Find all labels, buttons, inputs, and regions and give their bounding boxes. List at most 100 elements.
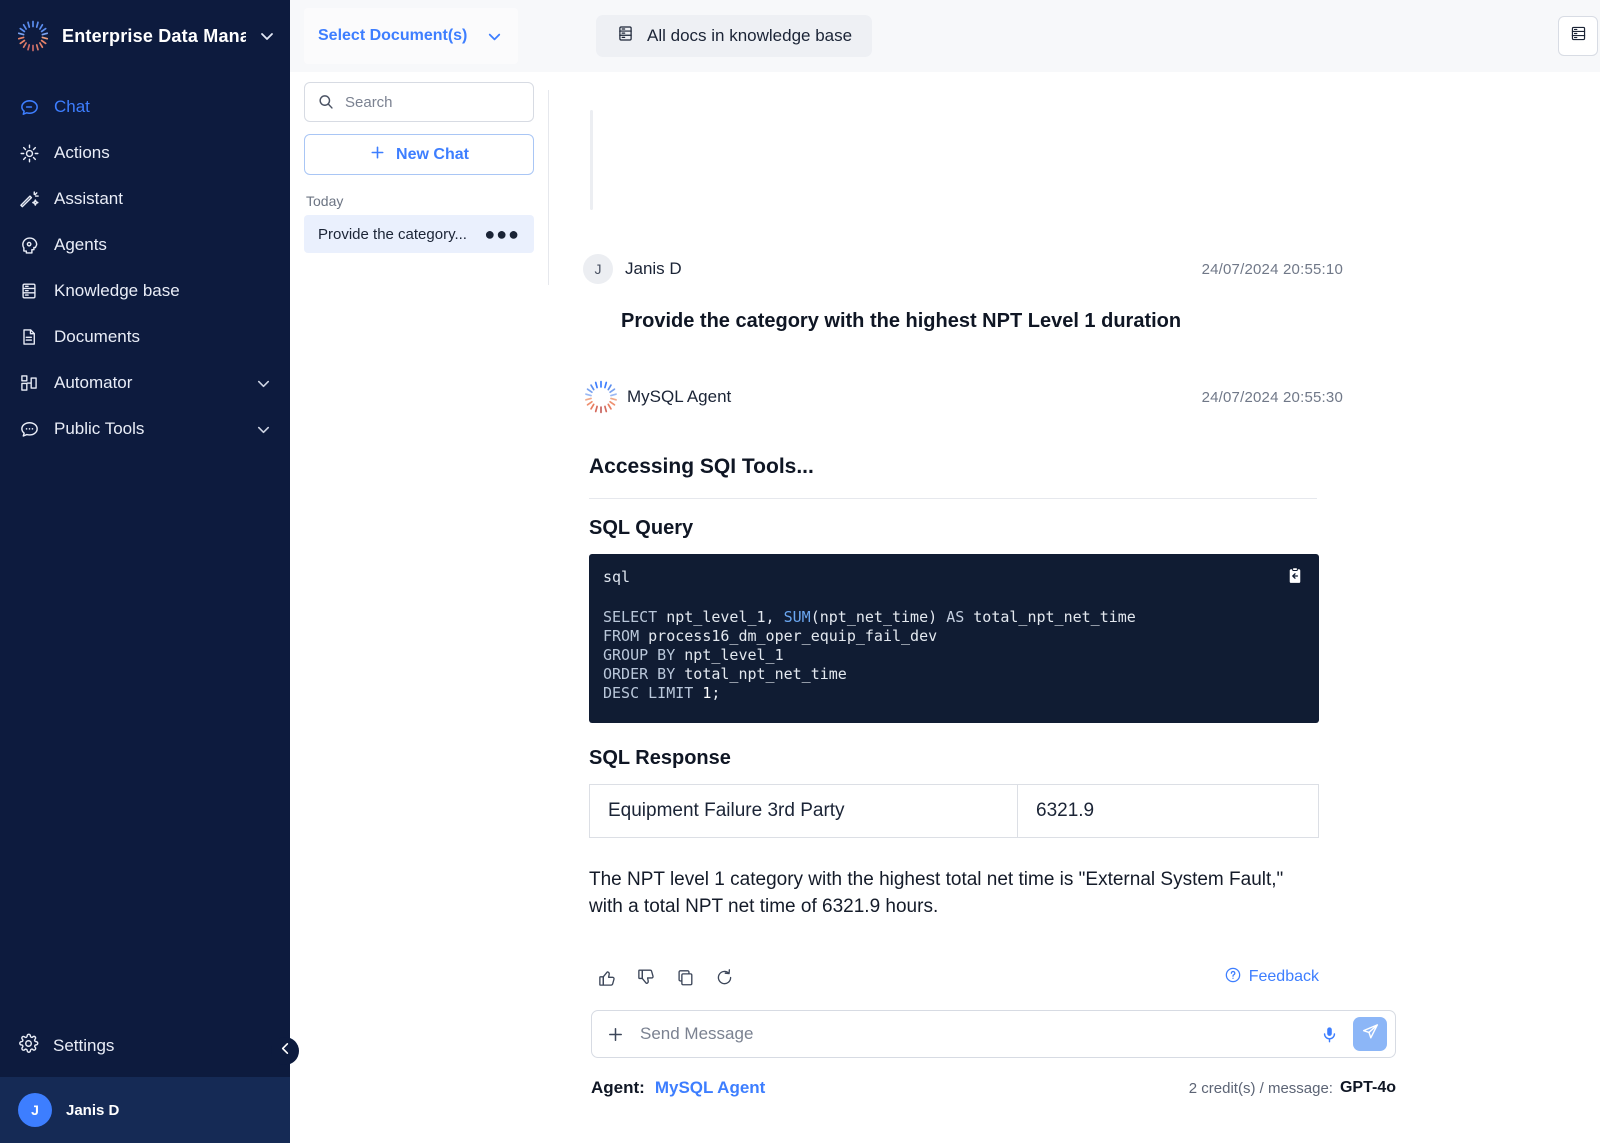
chevron-down-icon[interactable] bbox=[255, 375, 272, 392]
body-area: New Chat Today Provide the category... ●… bbox=[290, 72, 1600, 1143]
side-panel-icon bbox=[1569, 24, 1588, 48]
model-name: GPT-4o bbox=[1339, 1079, 1396, 1096]
brand-name: Enterprise Data Mana.. bbox=[62, 25, 246, 46]
database-icon bbox=[616, 24, 635, 48]
section-divider bbox=[589, 498, 1317, 499]
thumbs-down-icon[interactable] bbox=[628, 962, 664, 992]
composer-area: Agent: MySQL Agent 2 credit(s) / message… bbox=[583, 1010, 1396, 1098]
message-column: J Janis D 24/07/2024 20:55:10 Provide th… bbox=[583, 72, 1396, 1098]
chevron-down-icon bbox=[485, 27, 504, 46]
message-actions-row: Feedback bbox=[589, 962, 1319, 992]
table-row: Equipment Failure 3rd Party 6321.9 bbox=[589, 784, 1319, 838]
chat-list-section-label: Today bbox=[306, 193, 344, 209]
avatar: J bbox=[18, 1093, 52, 1127]
agent-message-timestamp: 24/07/2024 20:55:30 bbox=[1201, 388, 1343, 406]
sidebar-user-name: Janis D bbox=[66, 1101, 120, 1119]
sidebar-item-label: Automator bbox=[54, 373, 133, 392]
plus-icon bbox=[369, 144, 386, 166]
sidebar-nav: Chat Actions Assistant Agents Knowledge … bbox=[0, 84, 290, 452]
message-input[interactable] bbox=[640, 1024, 1313, 1044]
sidebar-item-automator[interactable]: Automator bbox=[0, 360, 290, 406]
sidebar-item-settings[interactable]: Settings bbox=[0, 1023, 290, 1069]
user-message-timestamp: 24/07/2024 20:55:10 bbox=[1201, 260, 1343, 278]
chat-list-panel: New Chat Today Provide the category... ●… bbox=[290, 72, 548, 278]
sidebar-item-agents[interactable]: Agents bbox=[0, 222, 290, 268]
sidebar: Enterprise Data Mana.. Chat Actions Assi… bbox=[0, 0, 290, 1143]
settings-label: Settings bbox=[53, 1036, 115, 1055]
workflow-icon bbox=[18, 372, 40, 394]
main-area: Select Document(s) All docs in knowledge… bbox=[290, 0, 1600, 1143]
agent-message-header: MySQL Agent 24/07/2024 20:55:30 bbox=[583, 379, 1343, 415]
feedback-label: Feedback bbox=[1248, 968, 1319, 985]
side-panel-toggle-button[interactable] bbox=[1558, 16, 1598, 56]
search-box[interactable] bbox=[304, 82, 534, 122]
brand-header[interactable]: Enterprise Data Mana.. bbox=[0, 0, 290, 72]
plus-icon[interactable] bbox=[606, 1025, 626, 1044]
table-cell-value: 6321.9 bbox=[1017, 784, 1319, 838]
sidebar-collapse-button[interactable] bbox=[271, 1037, 299, 1065]
search-input[interactable] bbox=[345, 93, 521, 111]
user-message-header: J Janis D 24/07/2024 20:55:10 bbox=[583, 254, 1343, 284]
chevron-down-icon[interactable] bbox=[258, 27, 276, 45]
new-chat-label: New Chat bbox=[396, 145, 469, 163]
knowledge-base-chip[interactable]: All docs in knowledge base bbox=[596, 15, 873, 57]
agent-value[interactable]: MySQL Agent bbox=[655, 1078, 766, 1098]
radial-burst-logo-icon bbox=[16, 19, 50, 53]
agent-head-icon bbox=[18, 234, 40, 256]
conversation-panel: J Janis D 24/07/2024 20:55:10 Provide th… bbox=[549, 72, 1600, 1143]
sidebar-item-label: Actions bbox=[54, 143, 110, 162]
user-message-text: Provide the category with the highest NP… bbox=[621, 310, 1182, 332]
sql-code-block: sql SELECT npt_level_1, SUM(npt_net_time… bbox=[589, 554, 1319, 723]
more-dots-icon[interactable]: ●●● bbox=[484, 225, 520, 243]
new-chat-button[interactable]: New Chat bbox=[304, 134, 534, 175]
sidebar-item-label: Chat bbox=[54, 97, 90, 116]
chat-bubble-icon bbox=[18, 96, 40, 118]
chat-entry-title: Provide the category... bbox=[318, 225, 467, 243]
sidebar-item-label: Documents bbox=[54, 327, 140, 346]
top-bar: Select Document(s) All docs in knowledge… bbox=[290, 0, 1600, 72]
sidebar-item-assistant[interactable]: Assistant bbox=[0, 176, 290, 222]
sidebar-item-actions[interactable]: Actions bbox=[0, 130, 290, 176]
sql-response-table: Equipment Failure 3rd Party 6321.9 bbox=[589, 784, 1319, 838]
sidebar-item-label: Agents bbox=[54, 235, 107, 254]
sidebar-user-row[interactable]: J Janis D bbox=[0, 1077, 290, 1143]
feedback-button[interactable]: Feedback bbox=[1224, 966, 1319, 989]
user-message-author: Janis D bbox=[625, 259, 682, 278]
sidebar-item-public-tools[interactable]: Public Tools bbox=[0, 406, 290, 452]
gear-icon bbox=[18, 1033, 39, 1059]
agent-message-author: MySQL Agent bbox=[627, 387, 732, 406]
thumbs-up-icon[interactable] bbox=[589, 962, 625, 992]
refresh-icon[interactable] bbox=[706, 962, 742, 992]
code-language-label: sql bbox=[603, 568, 631, 586]
sidebar-item-knowledge-base[interactable]: Knowledge base bbox=[0, 268, 290, 314]
radial-burst-logo-icon bbox=[583, 379, 619, 415]
conversation-scrollbar[interactable] bbox=[590, 110, 593, 210]
table-cell-category: Equipment Failure 3rd Party bbox=[589, 784, 1018, 838]
credits-text: 2 credit(s) / message: bbox=[1188, 1079, 1333, 1097]
agent-label: Agent: bbox=[591, 1078, 645, 1097]
select-documents-dropdown[interactable]: Select Document(s) bbox=[304, 8, 518, 64]
select-documents-label: Select Document(s) bbox=[318, 27, 468, 44]
clipboard-copy-icon[interactable] bbox=[1285, 566, 1305, 586]
send-button[interactable] bbox=[1353, 1017, 1387, 1051]
message-composer[interactable] bbox=[591, 1010, 1396, 1058]
sql-query-heading: SQL Query bbox=[589, 517, 694, 539]
conversation-scroll-area: J Janis D 24/07/2024 20:55:10 Provide th… bbox=[549, 72, 1600, 1143]
sidebar-item-chat[interactable]: Chat bbox=[0, 84, 290, 130]
agent-message-body: Accessing SQI Tools... SQL Query sql SEL… bbox=[589, 455, 1343, 992]
avatar: J bbox=[583, 254, 613, 284]
list-item[interactable]: Provide the category... ●●● bbox=[304, 215, 534, 253]
sql-response-heading: SQL Response bbox=[589, 747, 731, 769]
chat-dots-icon bbox=[18, 418, 40, 440]
chevron-left-icon bbox=[278, 1041, 293, 1061]
question-circle-icon bbox=[1224, 966, 1242, 989]
microphone-icon[interactable] bbox=[1313, 1018, 1345, 1050]
sidebar-item-documents[interactable]: Documents bbox=[0, 314, 290, 360]
copy-icon[interactable] bbox=[667, 962, 703, 992]
actions-gear-icon bbox=[18, 142, 40, 164]
search-icon bbox=[317, 93, 335, 111]
send-paper-plane-icon bbox=[1361, 1022, 1380, 1046]
magic-wand-icon bbox=[18, 188, 40, 210]
chevron-down-icon[interactable] bbox=[255, 421, 272, 438]
